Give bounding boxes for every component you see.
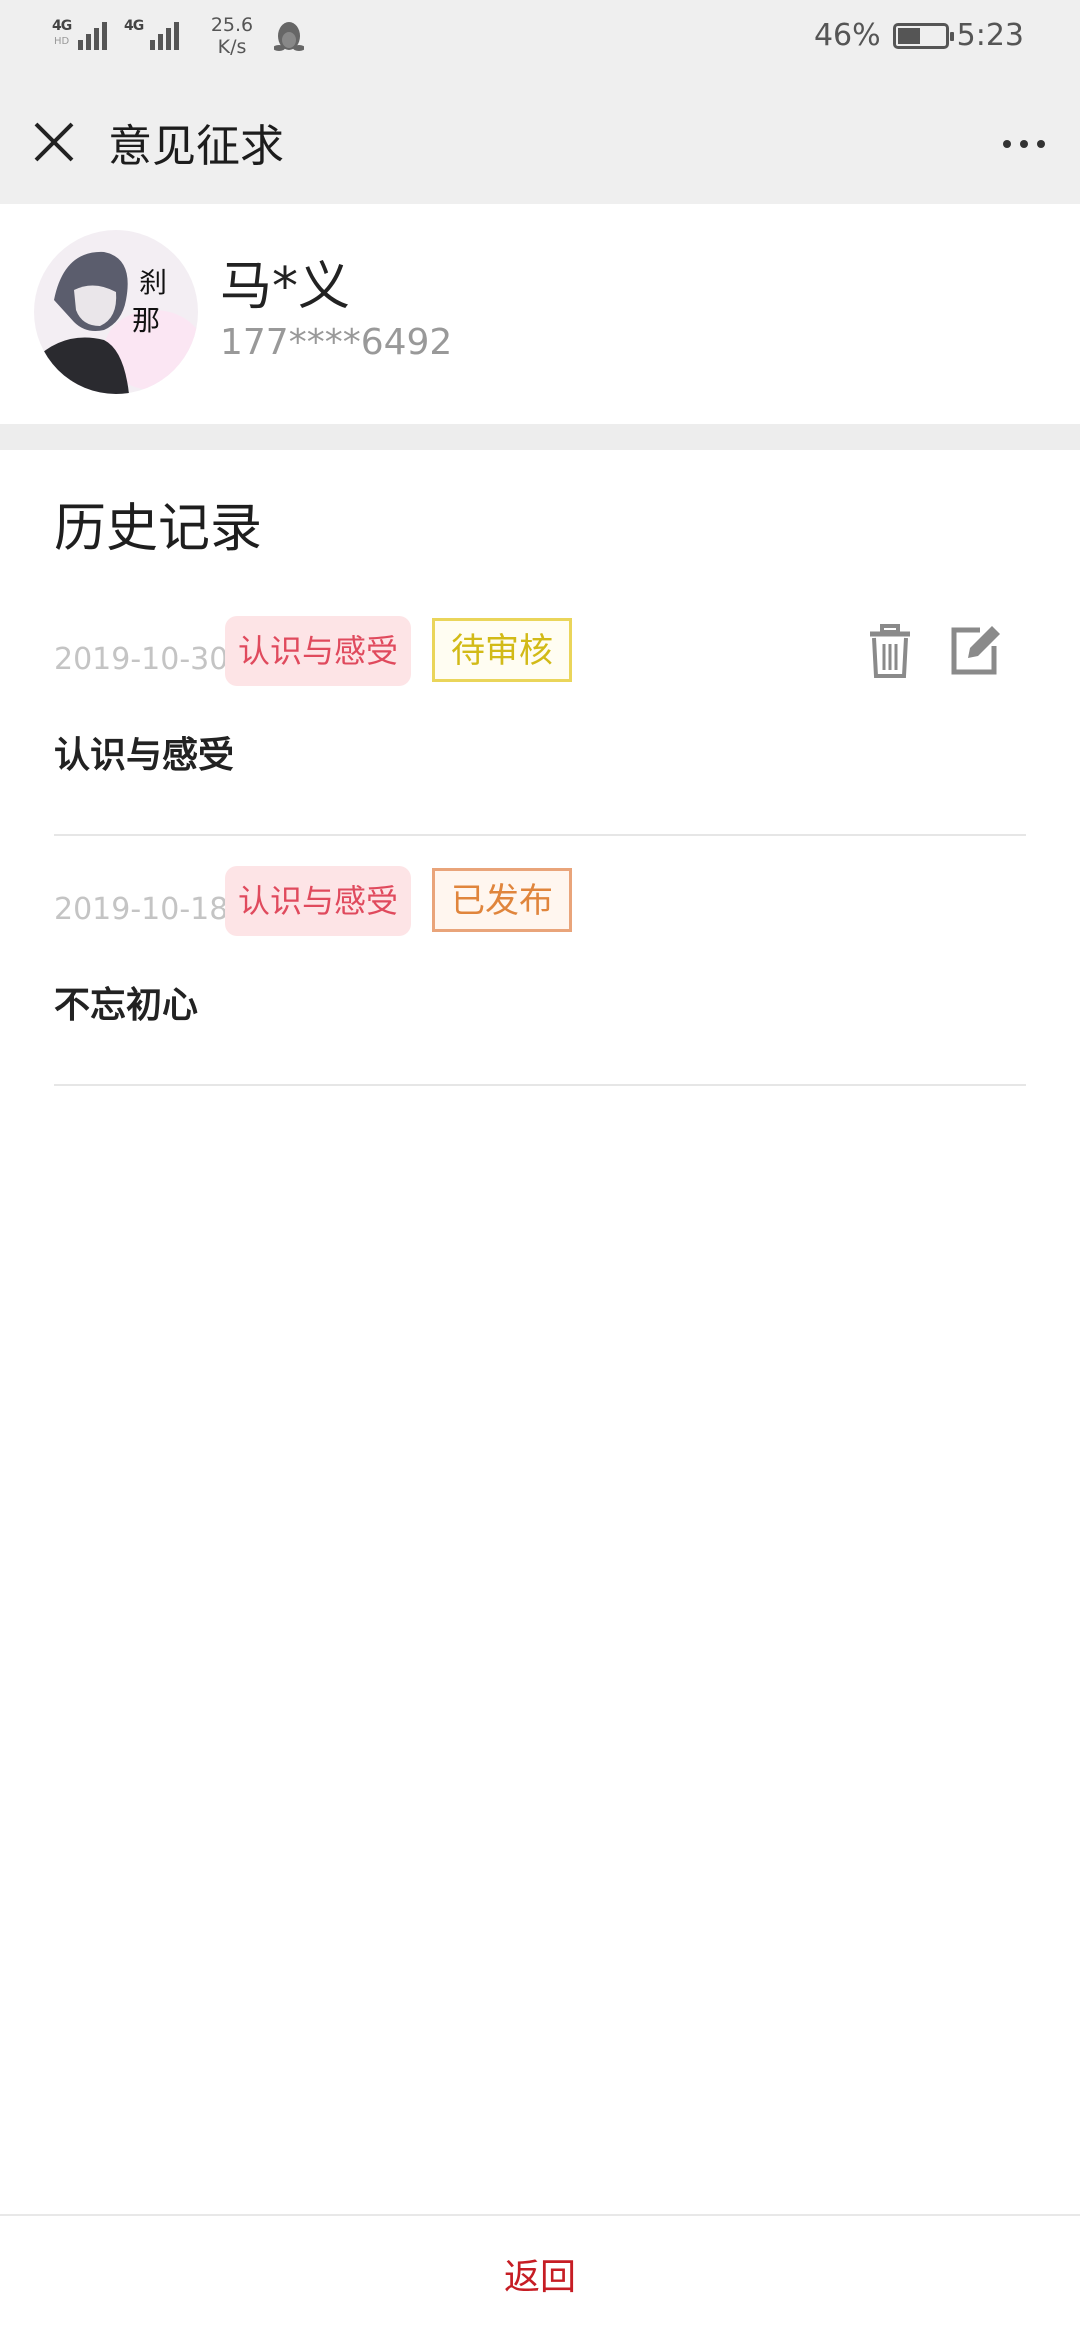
list-item[interactable]: 2019-10-30 认识与感受 待审核 认识与感受: [54, 586, 1026, 836]
history-title: 历史记录: [54, 499, 263, 559]
category-tag: 认识与感受: [225, 616, 411, 686]
network-type-label: 4G: [124, 18, 144, 34]
close-button[interactable]: [26, 114, 82, 170]
page-title: 意见征求: [108, 121, 284, 172]
more-menu-button[interactable]: [992, 124, 1056, 164]
status-bar: 4G HD 4G 25.6 K/s 46% 5:23: [0, 0, 1080, 72]
battery-icon: [892, 22, 954, 49]
network-speed: 25.6 K/s: [202, 14, 262, 58]
avatar-glyph-1: 刹: [139, 266, 167, 299]
back-button[interactable]: 返回: [0, 2216, 1080, 2340]
clock: 5:23: [956, 18, 1024, 53]
signal-1-icon: 4G HD: [52, 14, 110, 56]
user-profile: 刹 那 马*义 177****6492: [0, 204, 1080, 424]
trash-icon: [870, 624, 910, 678]
battery-percent: 46%: [813, 18, 881, 53]
qq-penguin-icon: [274, 22, 304, 51]
edit-button[interactable]: [944, 620, 1004, 680]
edit-icon: [951, 626, 1000, 675]
status-badge: 待审核: [432, 618, 572, 682]
signal-2-icon: 4G: [124, 14, 182, 56]
title-bar: 意见征求: [0, 72, 1080, 204]
avatar-glyph-2: 那: [132, 304, 160, 337]
delete-button[interactable]: [862, 622, 918, 682]
speed-value: 25.6: [210, 14, 254, 36]
record-date: 2019-10-18: [54, 892, 229, 927]
network-type-label: 4G: [52, 18, 72, 34]
category-tag: 认识与感受: [225, 866, 411, 936]
speed-unit: K/s: [217, 36, 247, 58]
record-content: 不忘初心: [54, 985, 199, 1026]
user-phone: 177****6492: [220, 322, 453, 363]
avatar[interactable]: 刹 那: [34, 230, 198, 394]
section-divider: [0, 424, 1080, 450]
close-icon: [34, 122, 74, 162]
hd-label: HD: [54, 36, 70, 47]
list-item[interactable]: 2019-10-18 认识与感受 已发布 不忘初心: [54, 836, 1026, 1086]
user-name: 马*义: [220, 257, 351, 317]
status-badge: 已发布: [432, 868, 572, 932]
more-dots-icon: [1003, 140, 1011, 148]
avatar-image: 刹 那: [34, 230, 198, 394]
record-date: 2019-10-30: [54, 642, 229, 677]
record-content: 认识与感受: [54, 735, 235, 776]
bottom-bar: 返回: [0, 2214, 1080, 2340]
